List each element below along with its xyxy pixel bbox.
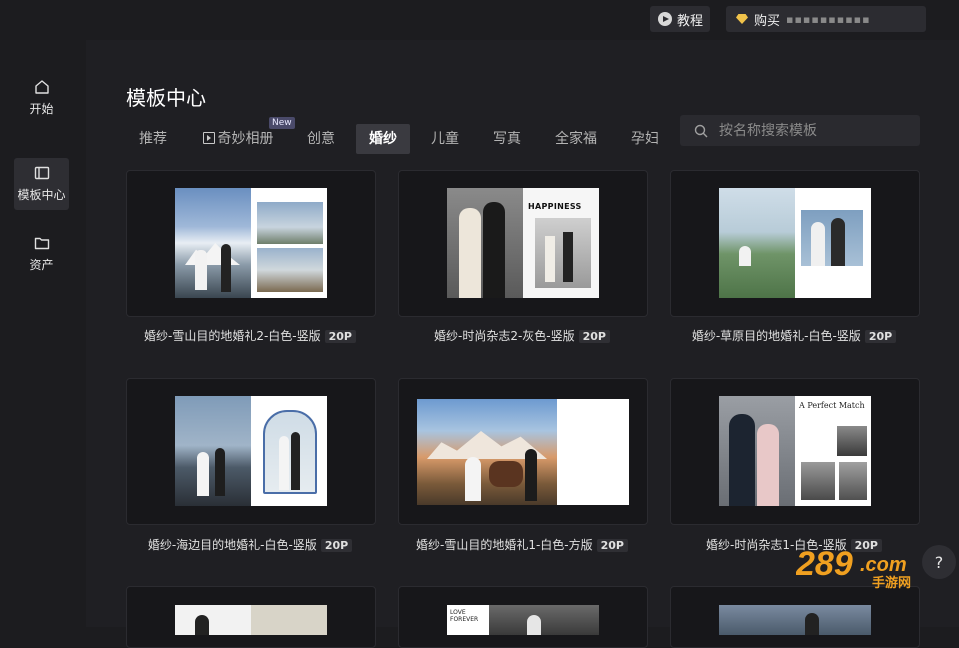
template-name: 婚纱-雪山目的地婚礼1-白色-方版 [415, 538, 593, 552]
page-count-badge: 20P [578, 330, 610, 343]
site-watermark-logo: 289 .com 手游网 [796, 545, 911, 591]
template-thumbnail [719, 188, 871, 298]
template-card[interactable] [670, 170, 920, 317]
tab-creative[interactable]: 创意 [298, 124, 344, 154]
template-thumbnail: A Perfect Match [719, 396, 871, 506]
page-title: 模板中心 [126, 86, 206, 110]
help-icon: ? [934, 552, 944, 572]
template-card[interactable]: LOVE FOREVER [398, 586, 648, 648]
thumbnail-text: A Perfect Match [799, 401, 865, 410]
watermark-suffix: .com [860, 554, 907, 576]
template-card[interactable] [398, 378, 648, 525]
tab-family[interactable]: 全家福 [546, 124, 606, 154]
template-card[interactable] [126, 586, 376, 648]
new-badge: New [269, 117, 295, 129]
watermark-number: 289 [796, 545, 853, 583]
sidebar-item-template-center[interactable]: 模板中心 [14, 158, 69, 210]
template-caption: 婚纱-草原目的地婚礼-白色-竖版 20P [670, 327, 918, 344]
tab-label: 写真 [493, 131, 521, 147]
search-icon [694, 124, 708, 137]
template-caption: 婚纱-时尚杂志2-灰色-竖版 20P [398, 327, 646, 344]
template-card[interactable] [126, 170, 376, 317]
tab-children[interactable]: 儿童 [422, 124, 468, 154]
tutorial-button[interactable]: 教程 [650, 6, 710, 32]
template-name: 婚纱-时尚杂志2-灰色-竖版 [433, 329, 575, 343]
diamond-icon [736, 14, 748, 24]
tab-maternity[interactable]: 孕妇 [622, 124, 668, 154]
tab-label: 全家福 [555, 131, 597, 147]
template-thumbnail: LOVE FOREVER [447, 605, 599, 635]
tab-label: 创意 [307, 131, 335, 147]
tab-label: 奇妙相册 [217, 131, 274, 147]
sidebar-item-assets[interactable]: 资产 [14, 228, 69, 280]
template-name: 婚纱-海边目的地婚礼-白色-竖版 [147, 538, 317, 552]
sidebar-item-label: 模板中心 [17, 188, 66, 202]
thumbnail-text: LOVE FOREVER [450, 609, 479, 623]
tab-label: 孕妇 [631, 131, 659, 147]
template-caption: 婚纱-雪山目的地婚礼2-白色-竖版 20P [126, 327, 374, 344]
tab-wedding[interactable]: 婚纱 [356, 124, 410, 154]
buy-label: 购买 [754, 13, 781, 29]
top-bar: 教程 购买 ▪▪▪▪▪▪▪▪▪▪ [0, 0, 959, 40]
tab-label: 推荐 [139, 131, 167, 147]
page-count-badge: 20P [324, 330, 356, 343]
help-button[interactable]: ? [922, 545, 956, 579]
buy-button[interactable]: 购买 ▪▪▪▪▪▪▪▪▪▪ [726, 6, 926, 32]
tab-magic-album[interactable]: 奇妙相册 [196, 124, 280, 154]
template-card[interactable]: A Perfect Match [670, 378, 920, 525]
tab-portrait[interactable]: 写真 [484, 124, 530, 154]
template-name: 婚纱-草原目的地婚礼-白色-竖版 [691, 329, 861, 343]
template-thumbnail [175, 605, 327, 635]
page-count-badge: 20P [320, 539, 353, 552]
template-thumbnail [175, 188, 327, 298]
template-name: 婚纱-雪山目的地婚礼2-白色-竖版 [143, 329, 321, 343]
page-count-badge: 20P [596, 539, 628, 552]
play-icon [658, 12, 672, 26]
template-card[interactable] [126, 378, 376, 525]
template-thumbnail [417, 399, 629, 505]
template-thumbnail [719, 605, 871, 635]
template-card[interactable] [670, 586, 920, 648]
template-card[interactable]: HAPPINESS [398, 170, 648, 317]
template-caption: 婚纱-雪山目的地婚礼1-白色-方版 20P [398, 536, 646, 553]
folder-icon [34, 237, 49, 250]
tab-label: 婚纱 [369, 131, 397, 147]
sidebar-item-label: 开始 [29, 102, 54, 116]
page-count-badge: 20P [864, 330, 897, 343]
tab-recommend[interactable]: 推荐 [130, 124, 176, 154]
search-box[interactable] [680, 115, 920, 146]
search-input[interactable] [717, 121, 911, 140]
watermark-sub: 手游网 [872, 575, 911, 591]
template-caption: 婚纱-海边目的地婚礼-白色-竖版 20P [126, 536, 374, 553]
home-icon [34, 80, 49, 94]
thumbnail-text: HAPPINESS [528, 202, 582, 211]
template-icon [34, 166, 49, 180]
buy-extra-text: ▪▪▪▪▪▪▪▪▪▪ [786, 12, 871, 26]
template-thumbnail: HAPPINESS [447, 188, 599, 298]
template-thumbnail [175, 396, 327, 506]
sidebar [0, 40, 86, 627]
tab-label: 儿童 [431, 131, 459, 147]
sidebar-item-start[interactable]: 开始 [14, 72, 69, 124]
tutorial-label: 教程 [677, 13, 704, 29]
album-play-icon [202, 132, 215, 144]
sidebar-item-label: 资产 [29, 258, 54, 272]
